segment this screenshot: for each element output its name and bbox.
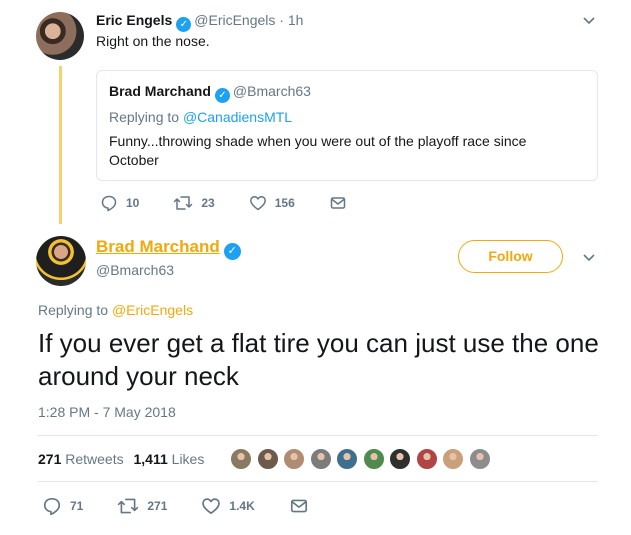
reply-count: 71 xyxy=(70,499,84,513)
liker-avatar[interactable] xyxy=(389,448,411,470)
liker-avatar[interactable] xyxy=(283,448,305,470)
retweet-button[interactable]: 271 xyxy=(117,496,167,516)
like-count: 1.4K xyxy=(229,499,255,513)
reply-count: 10 xyxy=(126,196,140,210)
divider xyxy=(38,435,598,436)
divider xyxy=(38,481,598,482)
envelope-icon xyxy=(290,499,307,513)
liker-avatar[interactable] xyxy=(309,448,332,470)
quoted-tweet-header: Brad Marchand ✓ @Bmarch63 xyxy=(109,83,311,103)
tweet-timestamp[interactable]: 1:28 PM - 7 May 2018 xyxy=(38,404,176,420)
verified-icon: ✓ xyxy=(214,88,230,103)
main-tweet-actions: 71 271 1.4K xyxy=(42,496,351,516)
liker-avatars xyxy=(230,448,495,470)
heart-icon xyxy=(202,498,221,515)
reply-button[interactable]: 10 xyxy=(100,194,139,212)
reply-icon xyxy=(43,497,61,516)
liker-avatar[interactable] xyxy=(336,448,358,470)
replying-to-link[interactable]: @CanadiensMTL xyxy=(183,109,292,125)
reply-icon xyxy=(101,195,117,212)
main-tweet-text: If you ever get a flat tire you can just… xyxy=(38,328,599,391)
replying-prefix: Replying to xyxy=(38,302,109,318)
tweet-time[interactable]: 1h xyxy=(288,12,304,28)
retweet-total: 271 xyxy=(38,451,62,467)
envelope-icon xyxy=(330,197,345,209)
replying-to-link[interactable]: @EricEngels xyxy=(112,302,193,318)
likes-stat[interactable]: 1,411 Likes xyxy=(134,451,211,467)
quoted-author-name: Brad Marchand xyxy=(109,83,211,99)
retweet-button[interactable]: 23 xyxy=(173,194,215,212)
tweet-actions: 10 23 156 xyxy=(100,194,389,212)
quoted-author-handle: @Bmarch63 xyxy=(232,83,311,99)
liker-avatar[interactable] xyxy=(468,448,491,470)
main-author-name[interactable]: Brad Marchand xyxy=(96,237,220,256)
liker-avatar[interactable] xyxy=(256,448,279,470)
author-handle[interactable]: @EricEngels xyxy=(194,12,275,28)
chevron-down-icon[interactable] xyxy=(582,250,598,266)
likes-label: Likes xyxy=(171,451,205,467)
like-button[interactable]: 1.4K xyxy=(201,496,255,516)
liker-avatar[interactable] xyxy=(415,448,438,470)
retweet-icon xyxy=(174,196,193,210)
tweet-stats: 271 Retweets 1,411 Likes xyxy=(38,451,210,467)
avatar-eric-engels[interactable] xyxy=(36,12,84,60)
retweet-count: 271 xyxy=(147,499,168,513)
chevron-down-icon[interactable] xyxy=(582,13,598,29)
quoted-replying-to: Replying to @CanadiensMTL xyxy=(109,109,292,125)
retweet-icon xyxy=(118,498,139,514)
heart-icon xyxy=(249,196,266,211)
avatar-brad-marchand[interactable] xyxy=(36,236,86,286)
verified-icon: ✓ xyxy=(223,243,241,260)
like-total: 1,411 xyxy=(133,451,168,467)
like-button[interactable]: 156 xyxy=(249,194,295,212)
follow-button[interactable]: Follow xyxy=(458,240,563,273)
thread-line xyxy=(59,66,62,224)
like-count: 156 xyxy=(274,196,295,210)
liker-avatar[interactable] xyxy=(230,448,252,470)
verified-icon: ✓ xyxy=(176,17,192,32)
liker-avatar[interactable] xyxy=(442,448,464,470)
author-name[interactable]: Eric Engels xyxy=(96,12,172,28)
tweet-header: Eric Engels ✓ @EricEngels · 1h xyxy=(96,12,303,32)
quoted-tweet-card[interactable]: Brad Marchand ✓ @Bmarch63 Replying to @Can… xyxy=(96,70,598,181)
main-author-handle[interactable]: @Bmarch63 xyxy=(96,262,174,278)
retweets-stat[interactable]: 271 Retweets xyxy=(38,451,130,467)
reply-button[interactable]: 71 xyxy=(42,496,83,516)
main-replying-to: Replying to @EricEngels xyxy=(38,302,193,318)
retweets-label: Retweets xyxy=(65,451,124,467)
replying-prefix: Replying to xyxy=(109,109,180,125)
dm-button[interactable] xyxy=(289,496,317,516)
quoted-tweet-text: Funny...throwing shade when you were out… xyxy=(109,133,527,168)
dm-button[interactable] xyxy=(329,194,355,212)
liker-avatar[interactable] xyxy=(362,448,385,470)
separator-dot: · xyxy=(279,12,284,28)
tweet-text: Right on the nose. xyxy=(96,33,210,49)
retweet-count: 23 xyxy=(201,196,215,210)
main-author: Brad Marchand ✓ xyxy=(96,237,244,260)
